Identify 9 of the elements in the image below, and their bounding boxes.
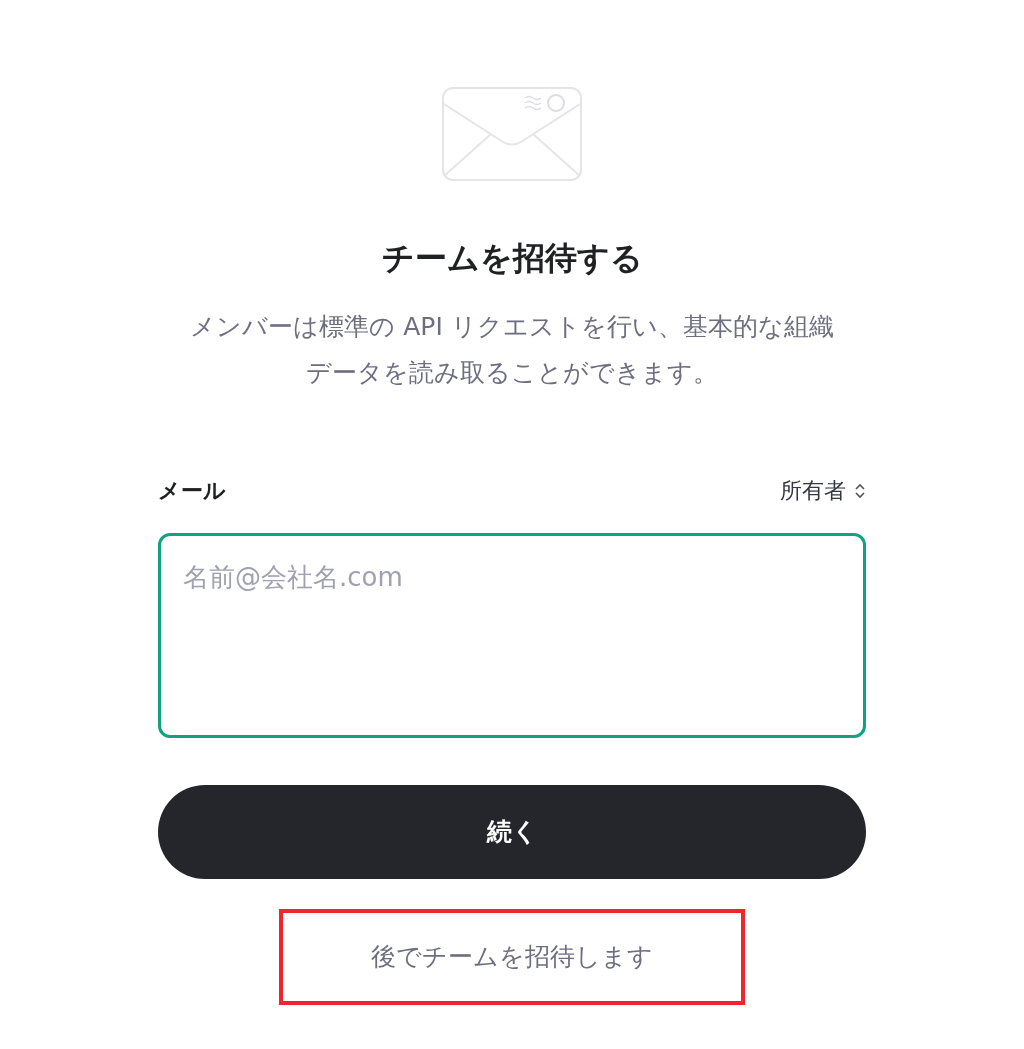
email-field[interactable]: 名前@会社名.com <box>158 533 866 738</box>
page-title: チームを招待する <box>381 238 643 279</box>
description: メンバーは標準の API リクエストを行い、基本的な組織データを読み取ることができます。 <box>189 311 835 389</box>
invite-later-link[interactable]: 後でチームを招待します <box>371 938 653 976</box>
role-select[interactable]: 所有者 <box>780 474 866 507</box>
email-label: メール <box>158 477 226 505</box>
continue-button[interactable]: 続く <box>158 785 866 879</box>
envelope-icon <box>441 86 583 182</box>
chevron-updown-icon <box>854 481 866 500</box>
